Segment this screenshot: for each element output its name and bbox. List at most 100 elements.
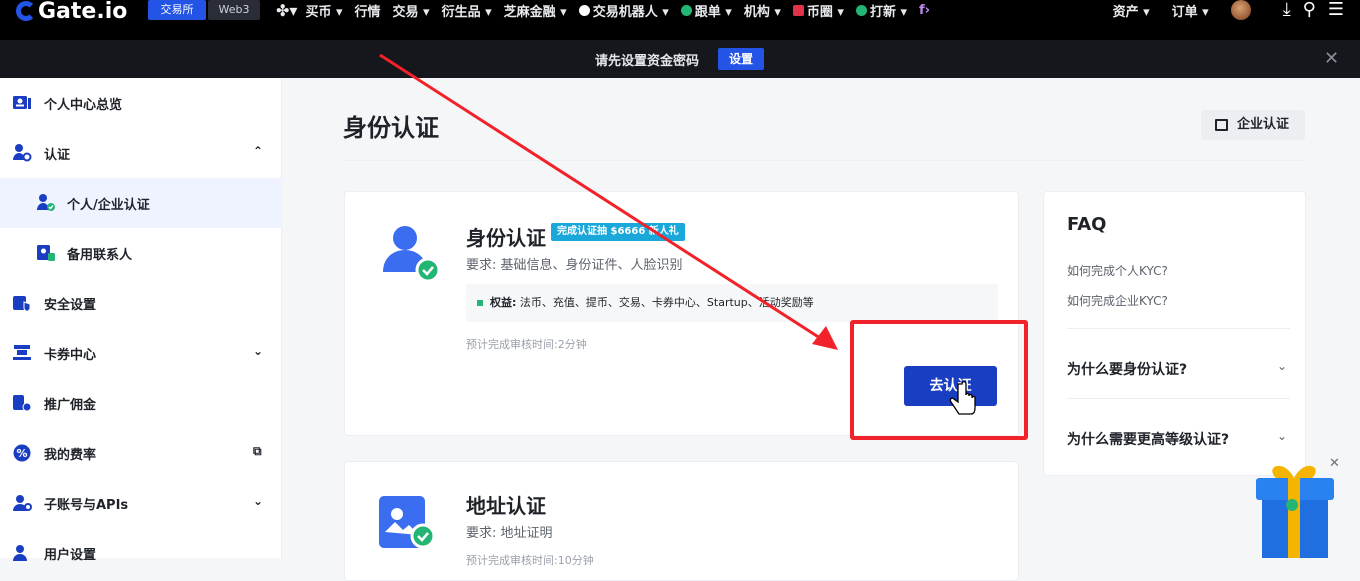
- menu-crypto-circle-label: 币圈 ▾: [806, 4, 844, 20]
- faq-divider: [1067, 328, 1290, 329]
- user-verified-icon: [383, 226, 441, 283]
- percent-icon: %: [13, 444, 31, 462]
- leaf-icon: [680, 4, 692, 16]
- external-link-icon: ⧉: [253, 444, 262, 458]
- address-verification-card: 地址认证 要求: 地址证明 预计完成审核时间:10分钟: [344, 461, 1019, 581]
- referral-icon: [13, 395, 32, 412]
- sidebar-item-label: 我的费率: [44, 448, 97, 463]
- identity-card-title: 身份认证: [466, 226, 546, 250]
- sidebar-item-label: 个人/企业认证: [67, 198, 150, 213]
- sidebar-item-backup-contact[interactable]: 备用联系人: [0, 228, 282, 278]
- menu-assets[interactable]: 资产 ▾: [1113, 1, 1150, 20]
- sidebar-item-subaccounts-apis[interactable]: 子账号与APIs ⌄: [0, 478, 282, 528]
- avatar[interactable]: [1230, 0, 1251, 20]
- sidebar-item-security[interactable]: 安全设置: [0, 278, 282, 328]
- menu-trading-bot[interactable]: 交易机器人 ▾: [578, 1, 669, 20]
- menu-icon[interactable]: ☰: [1328, 0, 1344, 20]
- menu-finance[interactable]: 芝麻金融 ▾: [504, 1, 567, 20]
- faq-link-personal-kyc[interactable]: 如何完成个人KYC?: [1067, 262, 1168, 279]
- enterprise-verification-button[interactable]: 企业认证: [1201, 110, 1305, 140]
- nav-right: 资产 ▾ 订单 ▾ ⤓ ⚲ ☰: [1113, 0, 1344, 20]
- user-check-icon: [37, 194, 55, 211]
- chevron-down-icon[interactable]: ⌄: [1277, 359, 1287, 373]
- menu-launchpad[interactable]: 打新 ▾: [855, 1, 908, 20]
- menu-more-icon[interactable]: f›: [919, 3, 930, 18]
- sidebar-item-referral[interactable]: 推广佣金: [0, 378, 282, 428]
- sidebar-item-coupon-center[interactable]: 卡券中心 ⌄: [0, 328, 282, 378]
- chevron-down-icon: ⌄: [253, 494, 264, 508]
- faq-panel: FAQ 如何完成个人KYC? 如何完成企业KYC? 为什么要身份认证? ⌄ 为什…: [1043, 191, 1306, 476]
- address-requirement-text: 要求: 地址证明: [466, 526, 553, 541]
- user-settings-icon: [13, 545, 27, 561]
- menu-derivatives[interactable]: 衍生品 ▾: [442, 1, 492, 20]
- chart-icon: [792, 4, 804, 16]
- banner-text: 请先设置资金密码: [595, 54, 700, 69]
- faq-link-enterprise-kyc[interactable]: 如何完成企业KYC?: [1067, 292, 1168, 309]
- sidebar-item-user-settings[interactable]: 用户设置: [0, 528, 282, 578]
- apps-grid-icon[interactable]: ✤▾: [276, 1, 297, 20]
- sidebar-item-my-fees[interactable]: % 我的费率 ⧉: [0, 428, 282, 478]
- gateio-logo[interactable]: Gate.io: [16, 0, 128, 24]
- logo-text: Gate.io: [38, 0, 128, 24]
- tab-web3[interactable]: Web3: [208, 0, 260, 20]
- leaf-icon: [855, 4, 867, 16]
- benefit-text: 法币、充值、提币、交易、卡券中心、Startup、活动奖励等: [519, 296, 814, 309]
- faq-divider: [1067, 398, 1290, 399]
- sidebar-item-label: 子账号与APIs: [44, 498, 129, 513]
- chevron-down-icon[interactable]: ⌄: [1277, 429, 1287, 443]
- menu-buy-crypto[interactable]: 买币 ▾: [305, 1, 342, 20]
- chevron-down-icon: ⌄: [253, 344, 264, 358]
- promo-badge: 完成认证抽 $6666 新人礼: [551, 223, 685, 241]
- subaccount-icon: [13, 495, 32, 511]
- menu-trading-bot-label: 交易机器人 ▾: [592, 4, 669, 20]
- menu-institutional[interactable]: 机构 ▾: [744, 1, 781, 20]
- divider: [343, 160, 1306, 161]
- sidebar-item-label: 推广佣金: [44, 398, 97, 413]
- sidebar-item-personal-enterprise[interactable]: 个人/企业认证: [0, 178, 282, 228]
- menu-orders[interactable]: 订单 ▾: [1172, 1, 1209, 20]
- menu-copy-trading-label: 跟单 ▾: [694, 4, 732, 20]
- close-icon[interactable]: ✕: [1324, 49, 1339, 69]
- enterprise-button-label: 企业认证: [1237, 117, 1290, 132]
- svg-text:%: %: [16, 447, 27, 460]
- building-icon: [1215, 119, 1228, 131]
- menu-markets[interactable]: 行情: [355, 1, 381, 20]
- fund-password-banner: 请先设置资金密码 设置 ✕: [0, 40, 1360, 78]
- user-verify-icon: [13, 144, 32, 162]
- bullet-icon: [477, 300, 483, 306]
- banner-set-button[interactable]: 设置: [718, 48, 764, 70]
- address-card-title: 地址认证: [466, 494, 546, 518]
- menu-trade[interactable]: 交易 ▾: [393, 1, 430, 20]
- bot-icon: [578, 4, 590, 16]
- chevron-up-icon: ⌃: [253, 144, 264, 158]
- sidebar-item-label: 认证: [44, 148, 71, 163]
- address-estimated-time: 预计完成审核时间:10分钟: [466, 554, 594, 567]
- search-icon[interactable]: ⚲: [1303, 0, 1316, 20]
- top-navbar: Gate.io 交易所 Web3 ✤▾ 买币 ▾ 行情 交易 ▾ 衍生品 ▾ 芝…: [0, 0, 1360, 40]
- gate-logo-icon: [16, 1, 36, 21]
- faq-title: FAQ: [1067, 214, 1107, 235]
- faq-question-why-verify[interactable]: 为什么要身份认证?: [1067, 359, 1187, 379]
- contact-card-icon: [37, 245, 55, 261]
- sidebar-item-label: 安全设置: [44, 298, 97, 313]
- sidebar-item-label: 卡券中心: [44, 348, 97, 363]
- coupon-icon: [13, 345, 31, 360]
- estimated-time: 预计完成审核时间:2分钟: [466, 338, 587, 351]
- gift-close-icon[interactable]: ✕: [1329, 456, 1340, 471]
- benefit-label: 权益:: [490, 296, 517, 309]
- faq-question-higher-level[interactable]: 为什么需要更高等级认证?: [1067, 429, 1229, 449]
- menu-launchpad-label: 打新 ▾: [869, 4, 908, 20]
- profile-card-icon: [13, 96, 31, 109]
- tab-exchange[interactable]: 交易所: [148, 0, 206, 20]
- sidebar-item-label: 用户设置: [44, 548, 97, 563]
- sidebar-item-label: 个人中心总览: [44, 98, 123, 113]
- main-content: 身份认证 企业认证 身份认证 完成认证抽 $6666 新人礼 要求: 基础信息、…: [283, 78, 1360, 581]
- sidebar-item-verification[interactable]: 认证 ⌃: [0, 128, 282, 178]
- benefits-box: 权益: 法币、充值、提币、交易、卡券中心、Startup、活动奖励等: [466, 284, 998, 322]
- menu-copy-trading[interactable]: 跟单 ▾: [680, 1, 732, 20]
- menu-crypto-circle[interactable]: 币圈 ▾: [792, 1, 844, 20]
- sidebar-item-label: 备用联系人: [67, 248, 133, 263]
- sidebar: 个人中心总览 认证 ⌃ 个人/企业认证 备用联系人 安全设置 卡券中心 ⌄ 推广…: [0, 78, 282, 563]
- sidebar-item-overview[interactable]: 个人中心总览: [0, 78, 282, 128]
- download-icon[interactable]: ⤓: [1283, 0, 1291, 20]
